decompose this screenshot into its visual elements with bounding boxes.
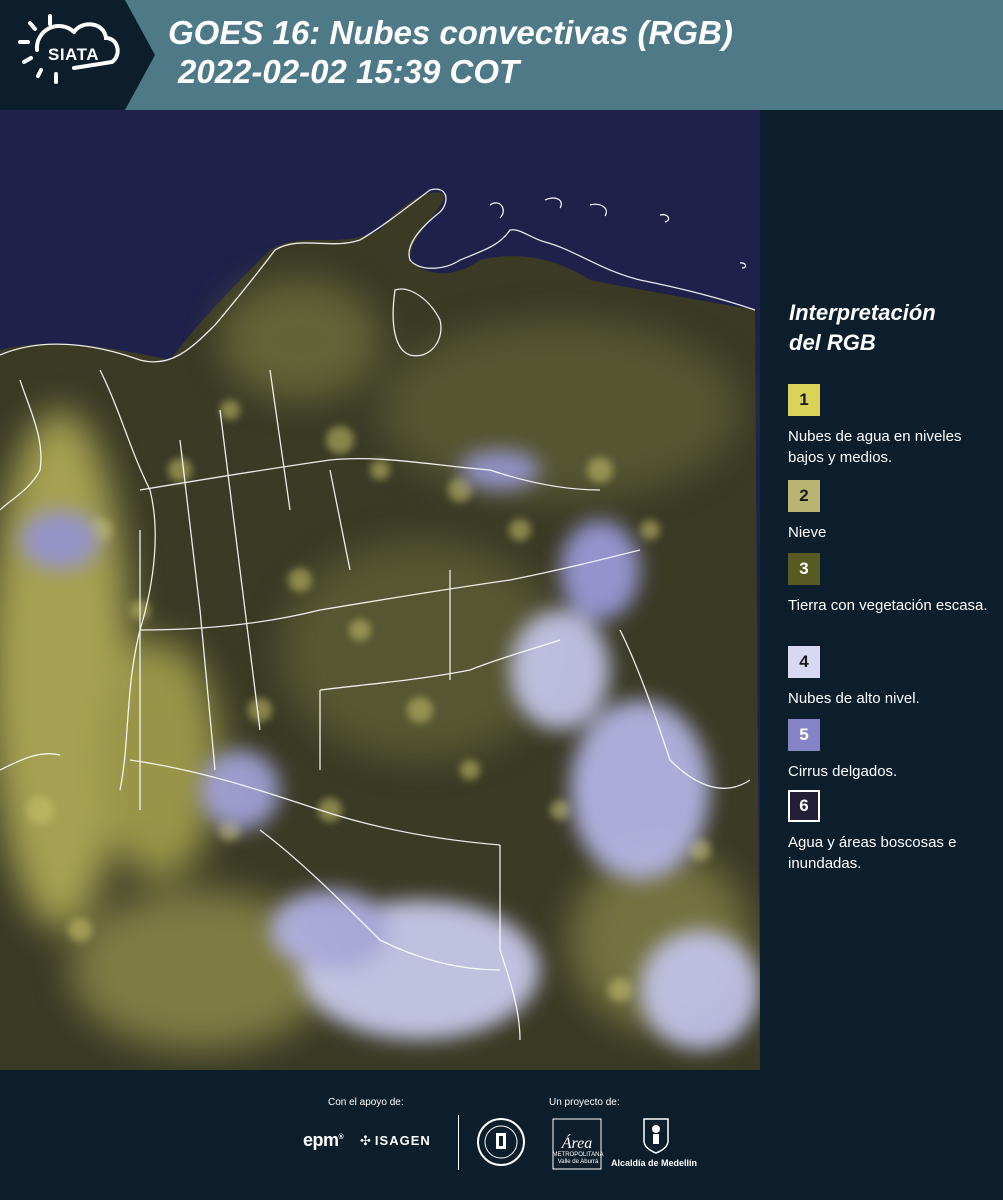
legend-swatch: 2 <box>788 480 820 512</box>
legend-label: Nubes de alto nivel. <box>788 690 920 707</box>
legend-label: Tierra con vegetación escasa. <box>788 597 988 614</box>
legend-label: Agua y áreas boscosas e inundadas. <box>788 834 957 872</box>
legend-label: Nubes de agua en niveles bajos y medios. <box>788 428 962 466</box>
area-name: Área <box>561 1133 593 1152</box>
legend-swatch: 1 <box>788 384 820 416</box>
project-label: Un proyecto de: <box>549 1097 620 1108</box>
isagen-text: ISAGEN <box>374 1133 431 1148</box>
university-seal-icon[interactable] <box>477 1118 525 1166</box>
legend-label: Cirrus delgados. <box>788 763 898 780</box>
legend-swatch: 6 <box>788 790 820 822</box>
isagen-mark-icon: ✣ <box>360 1133 372 1148</box>
map-image <box>0 110 760 1070</box>
logo-text: SIATA <box>48 45 99 64</box>
legend-title-line2: del RGB <box>789 330 876 355</box>
legend-swatch: 4 <box>788 646 820 678</box>
header-bar: SIATA GOES 16: Nubes convectivas (RGB) 2… <box>0 0 1003 110</box>
support-label: Con el apoyo de: <box>328 1097 404 1108</box>
legend-item-high-clouds: 4 Nubes de alto nivel. <box>788 646 998 709</box>
legend-item-snow: 2 Nieve <box>788 480 998 543</box>
legend-title: Interpretación del RGB <box>789 298 989 358</box>
medellin-shield-icon[interactable] <box>642 1117 670 1155</box>
epm-logo[interactable]: epm® <box>303 1130 344 1151</box>
page-title: GOES 16: Nubes convectivas (RGB) <box>168 14 733 51</box>
satellite-map[interactable] <box>0 110 760 1070</box>
epm-text: epm <box>303 1130 339 1150</box>
footer-divider <box>458 1115 459 1170</box>
seal-emblem-icon <box>484 1125 518 1159</box>
page-timestamp: 2022-02-02 15:39 COT <box>178 53 520 90</box>
siata-logo[interactable]: SIATA <box>0 0 155 110</box>
rgb-legend: Interpretación del RGB 1 Nubes de agua e… <box>762 110 1003 1070</box>
legend-swatch: 3 <box>788 553 820 585</box>
area-subtitle: METROPOLITANA Valle de Aburrá <box>552 1152 604 1165</box>
legend-item-low-clouds: 1 Nubes de agua en niveles bajos y medio… <box>788 384 998 468</box>
medellin-label: Alcaldía de Medellín <box>611 1158 698 1168</box>
legend-label: Nieve <box>788 524 827 541</box>
legend-item-water-forest: 6 Agua y áreas boscosas e inundadas. <box>788 790 998 874</box>
legend-swatch: 5 <box>788 719 820 751</box>
legend-title-line1: Interpretación <box>789 300 936 325</box>
isagen-logo[interactable]: ✣ ISAGEN <box>360 1133 431 1149</box>
legend-item-sparse-vegetation: 3 Tierra con vegetación escasa. <box>788 553 998 616</box>
footer: Con el apoyo de: Un proyecto de: epm® ✣ I… <box>0 1070 1003 1200</box>
legend-item-thin-cirrus: 5 Cirrus delgados. <box>788 719 998 782</box>
